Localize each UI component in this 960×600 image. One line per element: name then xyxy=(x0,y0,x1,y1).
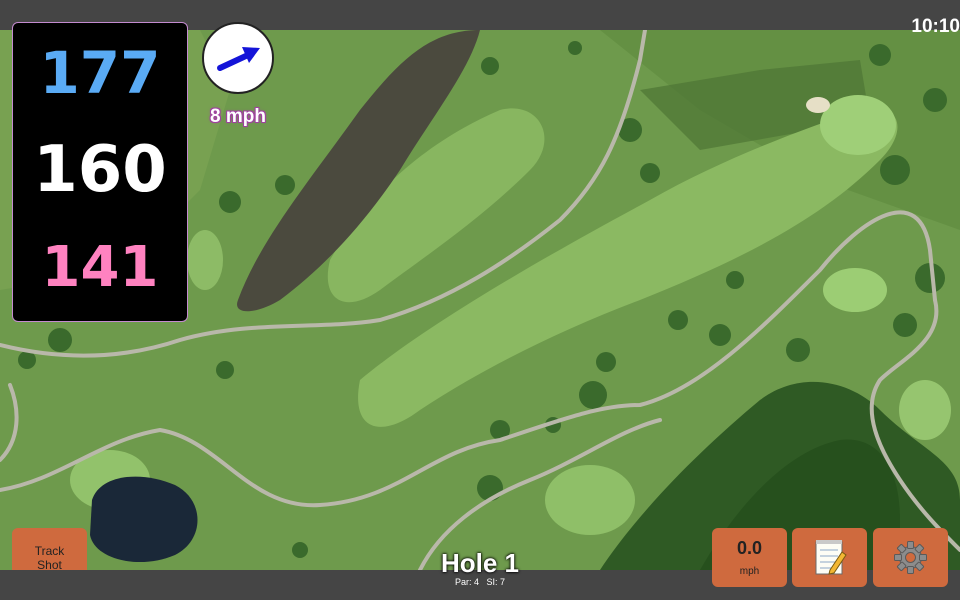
distance-middle: 160 xyxy=(33,133,167,207)
notepad-icon xyxy=(815,540,847,575)
distance-back: 177 xyxy=(39,39,161,107)
speed-button[interactable]: 0.0 mph xyxy=(712,528,787,587)
hole-info: Par: 4 SI: 7 xyxy=(380,577,580,587)
stroke-index-label: SI: 7 xyxy=(486,577,506,587)
track-shot-label: Track Shot xyxy=(34,544,65,572)
notes-button[interactable] xyxy=(792,528,867,587)
wind-direction-arrow-icon xyxy=(217,47,260,71)
par-label: Par: 4 xyxy=(454,577,479,587)
hole-title[interactable]: Hole 1 xyxy=(380,548,580,579)
settings-button[interactable] xyxy=(873,528,948,587)
wind-speed: 8 mph xyxy=(210,106,266,127)
wind-indicator[interactable] xyxy=(202,22,274,94)
gear-icon xyxy=(894,541,927,574)
distance-front: 141 xyxy=(41,235,159,300)
speed-unit: mph xyxy=(739,566,760,577)
clock: 10:10 xyxy=(911,16,960,37)
speed-value: 0.0 xyxy=(736,538,763,558)
distance-panel: 177 160 141 xyxy=(12,22,188,322)
